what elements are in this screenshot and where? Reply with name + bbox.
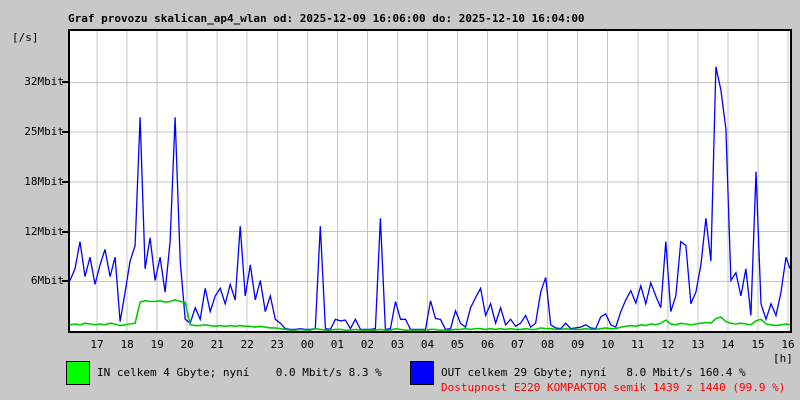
x-tick-label-15: 15 [751,338,765,351]
legend-in-swatch [66,361,90,385]
x-tick-label-03: 03 [390,338,405,351]
y-tick-mark [62,280,68,283]
y-tick-label-12Mbit: 12Mbit [24,224,64,238]
x-tick-label-18: 18 [120,338,134,351]
x-tick-label-23: 23 [270,338,284,351]
x-tick-label-12: 12 [661,338,675,351]
graph-title: Graf provozu skalican_ap4_wlan od: 2025-… [68,12,585,25]
x-tick-label-04: 04 [420,338,435,351]
availability-status-text: Dostupnost E220 KOMPAKTOR semik 1439 z 1… [441,381,786,394]
y-tick-label-6Mbit: 6Mbit [30,274,64,288]
y-tick-mark [62,81,68,84]
legend-in-label: IN celkem 4 Gbyte; nyní 0.0 Mbit/s 8.3 % [97,366,382,379]
x-tick-label-14: 14 [721,338,735,351]
x-axis-unit-label: [h] [773,352,793,365]
x-tick-label-02: 02 [360,338,375,351]
x-tick-label-20: 20 [180,338,194,351]
x-tick-label-09: 09 [571,338,585,351]
y-tick-mark [62,131,68,134]
x-tick-label-17: 17 [90,338,104,351]
x-tick-label-13: 13 [691,338,705,351]
series-out-line [70,66,790,331]
x-tick-label-10: 10 [601,338,615,351]
x-tick-label-19: 19 [150,338,164,351]
legend-out-swatch [410,361,434,385]
x-tick-label-00: 00 [300,338,314,351]
plot-area [68,29,792,333]
x-tick-label-16: 16 [781,338,795,351]
y-axis-unit-label: [/s] [12,31,39,44]
y-tick-label-25Mbit: 25Mbit [24,125,64,139]
y-tick-label-32Mbit: 32Mbit [24,75,64,89]
x-tick-label-01: 01 [330,338,344,351]
x-tick-label-06: 06 [480,338,495,351]
x-tick-label-11: 11 [631,338,645,351]
x-tick-label-22: 22 [240,338,254,351]
x-tick-label-07: 07 [510,338,525,351]
y-tick-mark [62,230,68,233]
x-tick-label-08: 08 [541,338,555,351]
y-tick-label-18Mbit: 18Mbit [24,174,64,188]
x-tick-label-21: 21 [210,338,224,351]
traffic-graph-page: { "title": "Graf provozu skalican_ap4_wl… [0,0,800,400]
y-tick-mark [62,180,68,183]
traffic-chart [70,31,790,331]
legend-out-label: OUT celkem 29 Gbyte; nyní 8.0 Mbit/s 160… [441,366,746,379]
x-tick-label-05: 05 [450,338,465,351]
